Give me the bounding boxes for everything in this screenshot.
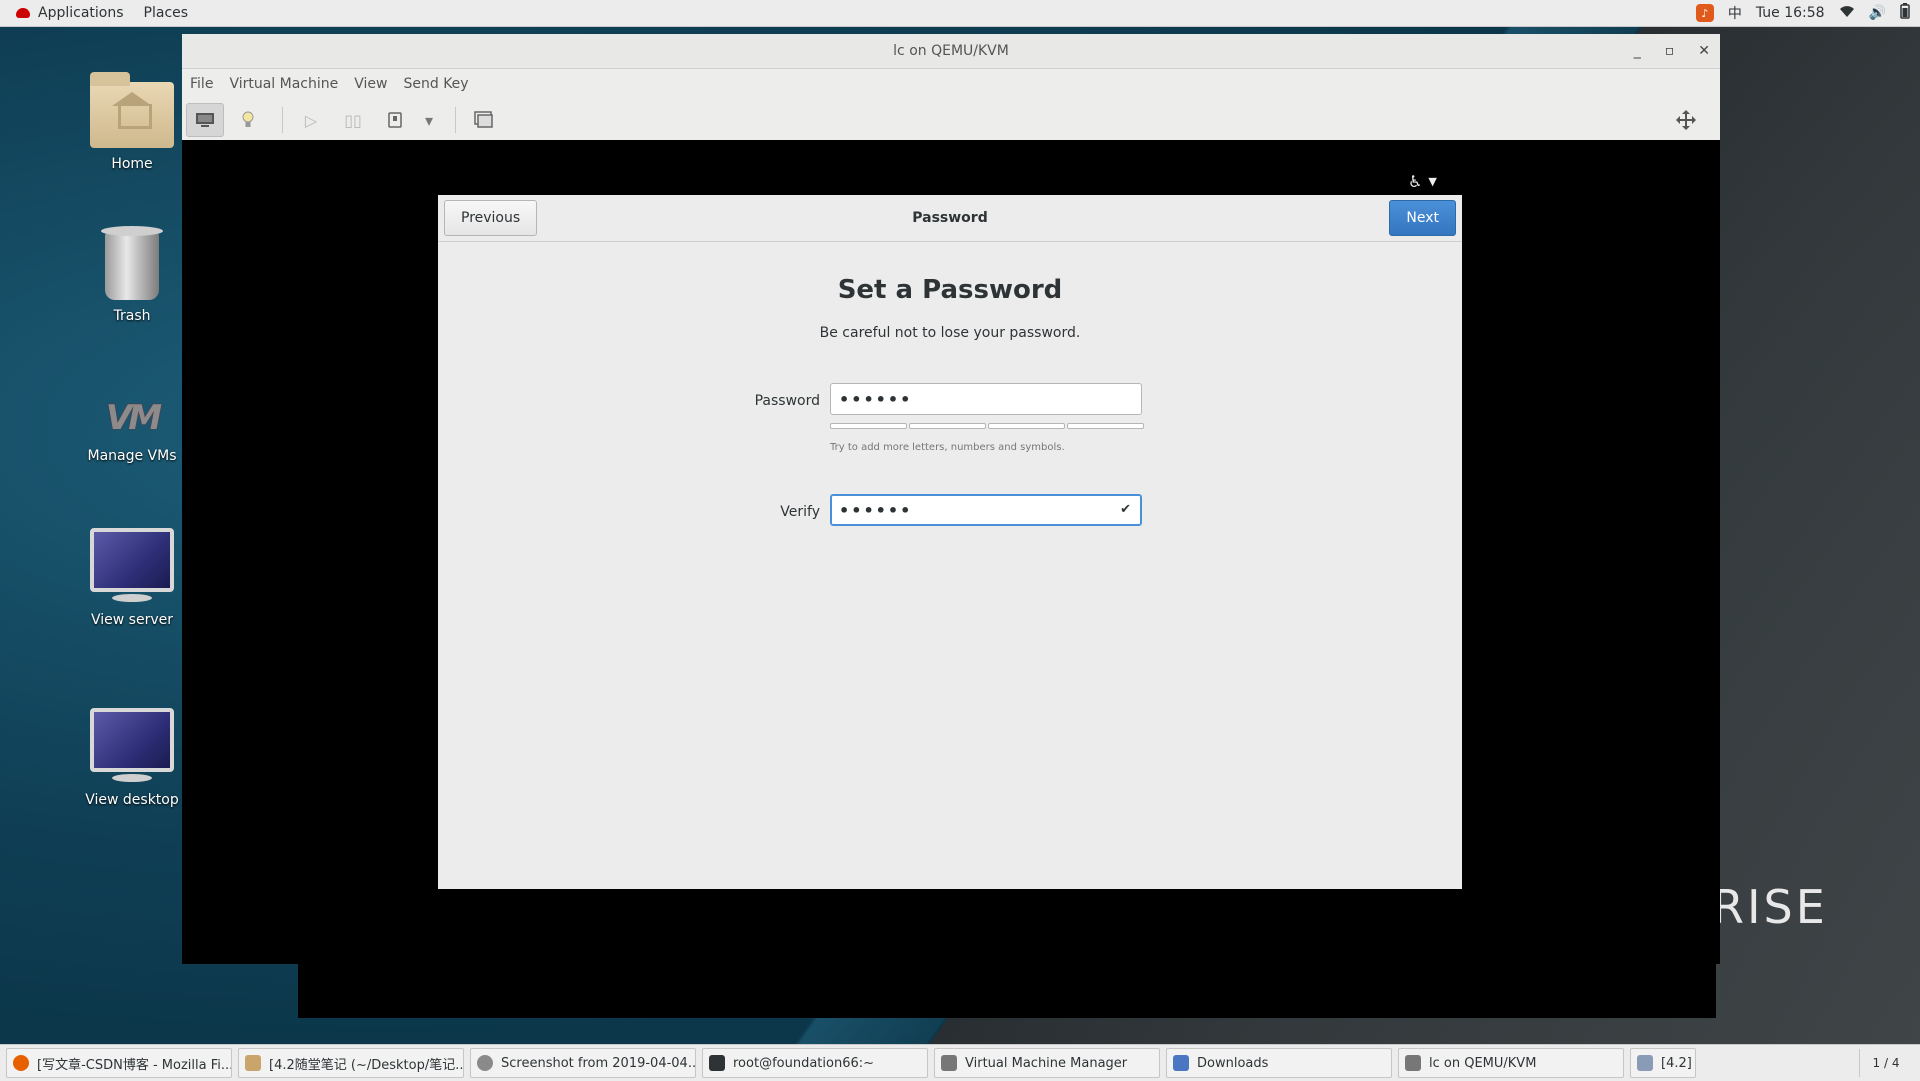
- volume-icon[interactable]: 🔊: [1869, 5, 1886, 21]
- dropdown-icon[interactable]: ▾: [419, 104, 439, 136]
- accessibility-menu[interactable]: ♿ ▼: [1408, 172, 1437, 191]
- verify-field[interactable]: •••••• ✔: [830, 494, 1142, 526]
- setup-dialog: Previous Password Next Set a Password Be…: [438, 195, 1462, 889]
- task-label: Downloads: [1197, 1055, 1269, 1071]
- vm-display-overflow: [298, 964, 1716, 1018]
- virt-manager-icon: VM: [105, 398, 162, 438]
- vm-viewer-window: lc on QEMU/KVM _ ▫ ✕ File Virtual Machin…: [182, 34, 1720, 964]
- task-firefox[interactable]: [写文章-CSDN博客 - Mozilla Fi...: [6, 1048, 232, 1078]
- password-field[interactable]: ••••••: [830, 383, 1142, 415]
- desktop-icon-label: Trash: [113, 308, 151, 324]
- verify-label: Verify: [780, 504, 820, 520]
- verify-value: ••••••: [839, 500, 913, 520]
- screenshot-icon: [477, 1055, 493, 1071]
- task-virt-manager[interactable]: Virtual Machine Manager: [934, 1048, 1160, 1078]
- task-vm-viewer[interactable]: lc on QEMU/KVM: [1398, 1048, 1624, 1078]
- task-text-editor[interactable]: [4.2随堂笔记 (~/Desktop/笔记...: [238, 1048, 464, 1078]
- snapshots-icon[interactable]: [466, 104, 502, 136]
- window-title: lc on QEMU/KVM: [893, 43, 1009, 59]
- task-label: [4.2随堂笔记 (~/Desktop/笔记...: [269, 1057, 464, 1073]
- desktop-icon-label: Home: [111, 156, 153, 172]
- task-label: [写文章-CSDN博客 - Mozilla Fi...: [37, 1057, 232, 1073]
- desktop-icon-label: View server: [91, 612, 173, 628]
- trash-icon: [101, 226, 163, 300]
- desktop-icon-label: View desktop: [85, 792, 179, 808]
- window-title-bar[interactable]: lc on QEMU/KVM _ ▫ ✕: [182, 34, 1720, 69]
- desktop-icon-label: Manage VMs: [87, 448, 177, 464]
- shutdown-icon[interactable]: [377, 104, 413, 136]
- console-icon[interactable]: [186, 103, 224, 137]
- folder-icon: [1173, 1055, 1189, 1071]
- workspace-indicator[interactable]: 1 / 4: [1859, 1049, 1912, 1077]
- task-terminal[interactable]: root@foundation66:~: [702, 1048, 928, 1078]
- minimize-icon[interactable]: _: [1634, 43, 1641, 59]
- desktop-icon-manage-vms[interactable]: VM Manage VMs: [72, 378, 192, 464]
- accessibility-icon: ♿: [1408, 172, 1423, 191]
- pause-icon[interactable]: ▯▯: [335, 104, 371, 136]
- previous-button[interactable]: Previous: [444, 200, 538, 236]
- top-panel: Applications Places ♪ 中 Tue 16:58 🔊: [0, 0, 1920, 27]
- page-subtitle: Be careful not to lose your password.: [819, 325, 1081, 341]
- menu-view[interactable]: View: [352, 76, 397, 92]
- next-button[interactable]: Next: [1389, 200, 1456, 236]
- chevron-down-icon: ▼: [1428, 175, 1437, 188]
- dialog-title: Password: [912, 210, 988, 226]
- clock[interactable]: Tue 16:58: [1756, 5, 1825, 21]
- virt-manager-icon: [941, 1055, 957, 1071]
- desktop-icon-home[interactable]: Home: [72, 72, 192, 172]
- places-menu[interactable]: Places: [134, 0, 199, 26]
- task-label: [4.2]: [1661, 1055, 1692, 1071]
- taskbar: [写文章-CSDN博客 - Mozilla Fi... [4.2随堂笔记 (~/…: [0, 1044, 1920, 1081]
- task-label: Screenshot from 2019-04-04...: [501, 1055, 696, 1071]
- task-downloads[interactable]: Downloads: [1166, 1048, 1392, 1078]
- fullscreen-icon[interactable]: [1668, 104, 1704, 136]
- redhat-logo-icon: [16, 8, 30, 18]
- menu-send-key[interactable]: Send Key: [401, 76, 478, 92]
- menu-file[interactable]: File: [188, 76, 223, 92]
- monitor-icon: [90, 708, 174, 782]
- details-bulb-icon[interactable]: [230, 104, 266, 136]
- wallpaper-brand-text: RISE: [1712, 880, 1828, 934]
- password-strength-bar: [830, 423, 1144, 429]
- virt-manager-icon: [1405, 1055, 1421, 1071]
- close-icon[interactable]: ✕: [1698, 43, 1710, 59]
- document-icon: [1637, 1055, 1653, 1071]
- wifi-icon[interactable]: [1839, 4, 1855, 22]
- checkmark-icon: ✔: [1120, 502, 1133, 517]
- menu-virtual-machine[interactable]: Virtual Machine: [227, 76, 348, 92]
- menu-bar: File Virtual Machine View Send Key: [182, 69, 1720, 99]
- task-document[interactable]: [4.2]: [1630, 1048, 1696, 1078]
- page-title: Set a Password: [837, 275, 1063, 305]
- desktop-icon-view-server[interactable]: View server: [72, 522, 192, 628]
- input-method-indicator[interactable]: 中: [1728, 3, 1742, 23]
- notification-icon[interactable]: ♪: [1695, 4, 1714, 22]
- desktop-icon-view-desktop[interactable]: View desktop: [72, 702, 192, 808]
- task-screenshot[interactable]: Screenshot from 2019-04-04...: [470, 1048, 696, 1078]
- maximize-icon[interactable]: ▫: [1665, 43, 1675, 59]
- toolbar-separator: [282, 107, 283, 133]
- home-folder-icon: [90, 72, 174, 148]
- toolbar: ▷ ▯▯ ▾: [182, 99, 1720, 142]
- password-label: Password: [754, 393, 820, 409]
- firefox-icon: [13, 1055, 29, 1071]
- dialog-header: Previous Password Next: [438, 195, 1462, 242]
- task-label: root@foundation66:~: [733, 1055, 875, 1071]
- run-icon[interactable]: ▷: [293, 104, 329, 136]
- desktop-icon-trash[interactable]: Trash: [72, 226, 192, 324]
- applications-label: Applications: [38, 5, 124, 21]
- password-strength-hint: Try to add more letters, numbers and sym…: [830, 442, 1065, 453]
- battery-icon[interactable]: [1900, 3, 1910, 23]
- monitor-icon: [90, 528, 174, 602]
- guest-display[interactable]: ♿ ▼ Previous Password Next Set a Passwor…: [182, 140, 1720, 964]
- terminal-icon: [709, 1055, 725, 1071]
- applications-menu[interactable]: Applications: [6, 0, 134, 26]
- task-label: Virtual Machine Manager: [965, 1055, 1128, 1071]
- toolbar-separator: [455, 107, 456, 133]
- text-editor-icon: [245, 1055, 261, 1071]
- task-label: lc on QEMU/KVM: [1429, 1055, 1537, 1071]
